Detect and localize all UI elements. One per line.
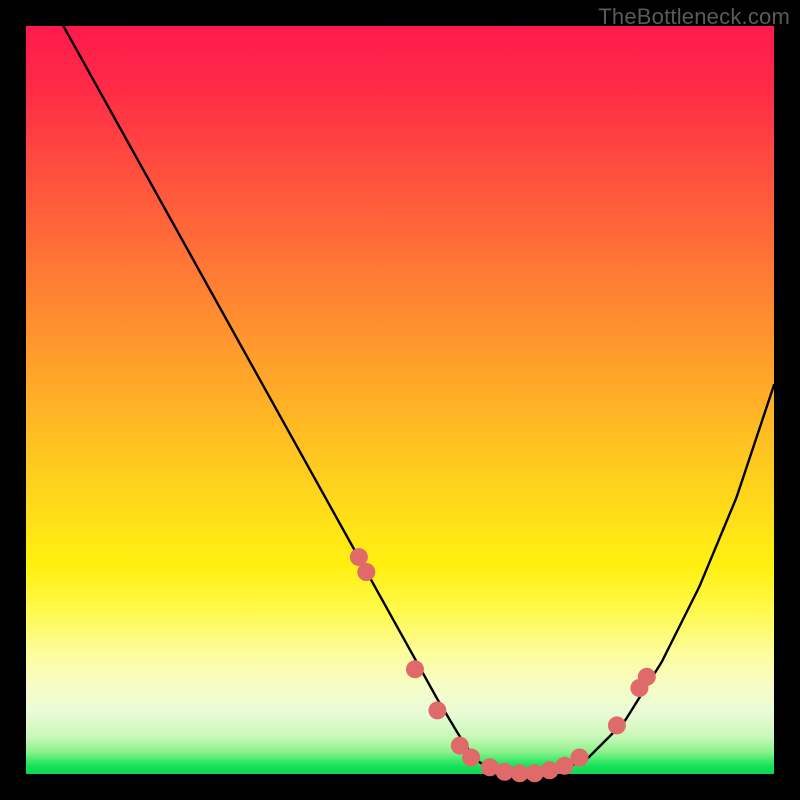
marker-dot [462,749,480,767]
marker-dot [526,764,544,782]
marker-dot [406,660,424,678]
marker-dot [428,701,446,719]
marker-group [350,548,656,782]
marker-dot [571,749,589,767]
marker-dot [638,668,656,686]
marker-dot [357,563,375,581]
watermark-text: TheBottleneck.com [598,4,790,30]
marker-dot [608,716,626,734]
chart-frame: TheBottleneck.com [0,0,800,800]
chart-svg [26,26,774,774]
curve-group [26,0,774,774]
bottleneck-curve-path [26,0,774,774]
